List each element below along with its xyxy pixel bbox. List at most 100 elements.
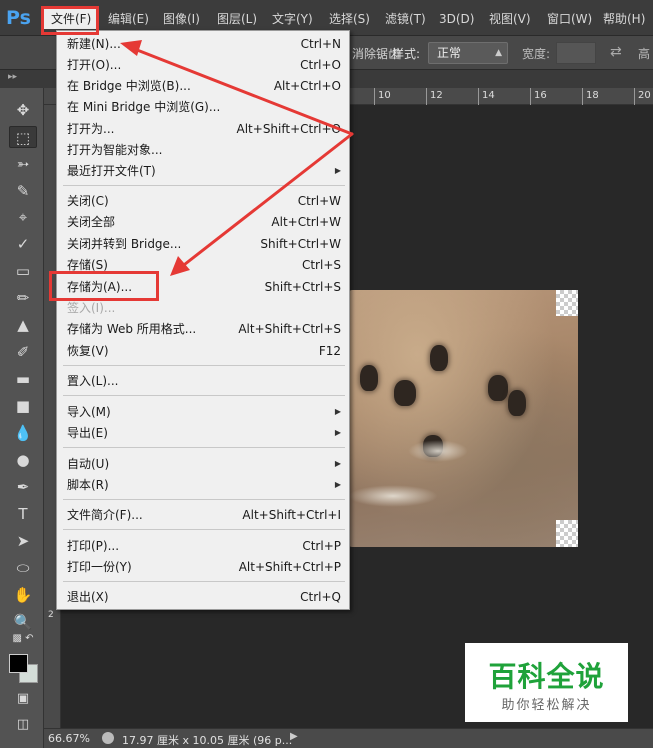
pen-tool-icon[interactable]: ✒ (9, 476, 37, 498)
ruler-label: 20 (638, 90, 651, 101)
menu-separator (63, 185, 345, 186)
shortcut: Ctrl+P (302, 539, 341, 553)
menu-filter[interactable]: 滤镜(T) (385, 9, 426, 29)
quick-select-tool-icon[interactable]: ✎ (9, 180, 37, 202)
shortcut: Alt+Ctrl+O (273, 79, 341, 93)
shortcut: Shift+Ctrl+W (260, 237, 341, 251)
menu-item-recent-files[interactable]: 最近打开文件(T) ▶ (67, 161, 341, 181)
shortcut: Alt+Shift+Ctrl+P (238, 560, 341, 574)
style-label: 样式: (392, 47, 421, 61)
menu-item-file-info[interactable]: 文件简介(F)... Alt+Shift+Ctrl+I (67, 505, 341, 525)
move-tool-icon[interactable]: ✥ (9, 99, 37, 121)
menu-item-open-smart-object[interactable]: 打开为智能对象... (67, 140, 341, 160)
menu-item-print[interactable]: 打印(P)... Ctrl+P (67, 536, 341, 556)
menu-image[interactable]: 图像(I) (163, 9, 200, 29)
menu-select[interactable]: 选择(S) (329, 9, 370, 29)
menu-separator (63, 447, 345, 448)
height-label: 高 (638, 47, 651, 61)
gradient-tool-icon[interactable]: ■ (9, 395, 37, 417)
shortcut: Ctrl+O (300, 58, 341, 72)
menu-item-close-all[interactable]: 关闭全部 Alt+Ctrl+W (67, 212, 341, 232)
blur-tool-icon[interactable]: 💧 (9, 422, 37, 444)
zoom-tool-icon[interactable]: 🔍 (9, 611, 37, 633)
default-colors-icon[interactable]: ▩ ↶ (9, 632, 37, 646)
ellipse-tool-icon[interactable]: ⬭ (9, 557, 37, 579)
ruler-label: 2 (48, 610, 54, 620)
highlight-box-save-as (49, 271, 159, 301)
crop-tool-icon[interactable]: ⌖ (9, 206, 37, 228)
menu-type[interactable]: 文字(Y) (272, 9, 313, 29)
eyedropper-tool-icon[interactable]: ✓ (9, 233, 37, 255)
menu-item-close-go-bridge[interactable]: 关闭并转到 Bridge... Shift+Ctrl+W (67, 234, 341, 254)
photoshop-logo: Ps (6, 7, 31, 29)
swap-icon[interactable]: ⇄ (610, 44, 622, 60)
type-tool-icon[interactable]: T (9, 503, 37, 525)
menu-item-browse-mini-bridge[interactable]: 在 Mini Bridge 中浏览(G)... (67, 97, 341, 117)
menu-layer[interactable]: 图层(L) (217, 9, 257, 29)
menu-item-save-for-web[interactable]: 存储为 Web 所用格式... Alt+Shift+Ctrl+S (67, 319, 341, 339)
menu-item-new[interactable]: 新建(N)... Ctrl+N (67, 34, 341, 54)
hand-tool-icon[interactable]: ✋ (9, 584, 37, 606)
menu-edit[interactable]: 编辑(E) (108, 9, 149, 29)
menu-item-browse-bridge[interactable]: 在 Bridge 中浏览(B)... Alt+Ctrl+O (67, 76, 341, 96)
width-input[interactable] (556, 42, 596, 64)
menu-item-revert[interactable]: 恢复(V) F12 (67, 341, 341, 361)
document-image[interactable] (348, 290, 578, 547)
shortcut: Alt+Shift+Ctrl+I (242, 508, 341, 522)
shortcut: Alt+Shift+Ctrl+O (236, 122, 341, 136)
document-info: 17.97 厘米 x 10.05 厘米 (96 p... (122, 734, 293, 747)
foreground-color-swatch[interactable] (9, 654, 28, 673)
menu-help[interactable]: 帮助(H) (603, 9, 645, 29)
ruler-label: 14 (482, 90, 495, 101)
menu-item-automate[interactable]: 自动(U) ▶ (67, 454, 341, 474)
shortcut: Alt+Ctrl+W (271, 215, 341, 229)
menu-window[interactable]: 窗口(W) (547, 9, 592, 29)
document-info-icon[interactable] (102, 732, 114, 744)
dodge-tool-icon[interactable]: ● (9, 449, 37, 471)
zoom-level[interactable]: 66.67% (48, 732, 90, 745)
menu-item-export[interactable]: 导出(E) ▶ (67, 423, 341, 443)
shortcut: F12 (318, 344, 341, 358)
shortcut: Ctrl+N (300, 37, 341, 51)
screen-mode-icon[interactable]: ◫ (9, 714, 37, 736)
highlight-box-file-menu (41, 6, 99, 35)
quick-mask-icon[interactable]: ▣ (9, 688, 37, 710)
lasso-tool-icon[interactable]: ➳ (9, 153, 37, 175)
submenu-arrow-icon: ▶ (334, 428, 341, 437)
shortcut: Ctrl+S (301, 258, 341, 272)
submenu-arrow-icon: ▶ (334, 459, 341, 468)
menu-item-exit[interactable]: 退出(X) Ctrl+Q (67, 587, 341, 607)
path-select-tool-icon[interactable]: ➤ (9, 530, 37, 552)
menu-view[interactable]: 视图(V) (489, 9, 531, 29)
healing-brush-tool-icon[interactable]: ▭ (9, 260, 37, 282)
collapse-icon[interactable]: ▸▸ (8, 70, 17, 84)
ruler-label: 12 (430, 90, 443, 101)
watermark-logo: 百科全说 助你轻松解决 (465, 643, 628, 722)
menu-3d[interactable]: 3D(D) (439, 9, 474, 29)
status-menu-arrow-icon[interactable]: ▶ (290, 731, 298, 742)
eraser-tool-icon[interactable]: ▬ (9, 368, 37, 390)
menu-separator (63, 499, 345, 500)
menu-item-open[interactable]: 打开(O)... Ctrl+O (67, 55, 341, 75)
clone-stamp-tool-icon[interactable]: ▲ (9, 314, 37, 336)
menu-item-check-in: 签入(I)... (67, 301, 116, 315)
ruler-label: 18 (586, 90, 599, 101)
watermark-title: 百科全说 (488, 660, 605, 693)
brush-tool-icon[interactable]: ✏ (9, 287, 37, 309)
menu-item-scripts[interactable]: 脚本(R) ▶ (67, 475, 341, 495)
width-label: 宽度: (522, 47, 551, 61)
marquee-tool-icon[interactable]: ⬚ (9, 126, 37, 148)
submenu-arrow-icon: ▶ (334, 407, 341, 416)
history-brush-tool-icon[interactable]: ✐ (9, 341, 37, 363)
menu-item-open-as[interactable]: 打开为... Alt+Shift+Ctrl+O (67, 119, 341, 139)
shortcut: Shift+Ctrl+S (264, 280, 341, 294)
style-select-value: 正常 (437, 46, 462, 60)
menu-separator (63, 395, 345, 396)
style-select[interactable]: 正常 ▲ (428, 42, 508, 64)
menu-item-close[interactable]: 关闭(C) Ctrl+W (67, 191, 341, 211)
menu-item-place[interactable]: 置入(L)... (67, 371, 341, 391)
menu-item-print-one-copy[interactable]: 打印一份(Y) Alt+Shift+Ctrl+P (67, 557, 341, 577)
shortcut: Alt+Shift+Ctrl+S (238, 322, 341, 336)
menu-item-import[interactable]: 导入(M) ▶ (67, 402, 341, 422)
menu-separator (63, 529, 345, 530)
